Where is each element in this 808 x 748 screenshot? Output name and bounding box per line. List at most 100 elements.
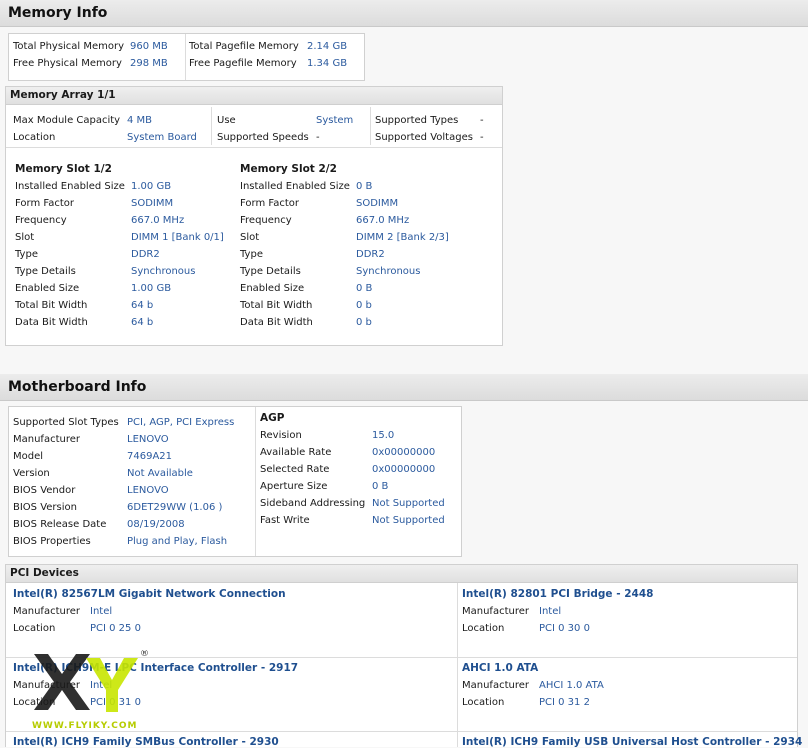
memory-array-title: Memory Array 1/1	[10, 89, 116, 101]
agp-field-value: Not Supported	[372, 515, 445, 526]
pci-location-label: Location	[13, 623, 56, 634]
slot-field-value: SODIMM	[356, 198, 399, 209]
mb-field-value: LENOVO	[127, 485, 169, 496]
pci-manufacturer-label: Manufacturer	[462, 680, 529, 691]
slot-field-label: Type Details	[15, 266, 76, 277]
motherboard-info-header: Motherboard Info	[0, 374, 808, 401]
slot-field-value: SODIMM	[131, 198, 174, 209]
memory-slot-1-title: Memory Slot 1/2	[15, 163, 112, 175]
agp-field-value: 0x00000000	[372, 447, 436, 458]
slot-field-value: 0 b	[356, 317, 372, 328]
summary-label: Total Physical Memory	[13, 41, 125, 52]
summary-value: 2.14 GB	[307, 41, 348, 52]
memory-slot-2-title: Memory Slot 2/2	[240, 163, 337, 175]
slot-field-value: 64 b	[131, 300, 154, 311]
agp-field-value: 0x00000000	[372, 464, 436, 475]
mb-field-label: BIOS Version	[13, 502, 77, 513]
pci-location-value: PCI 0 31 2	[539, 697, 590, 708]
slot-field-value: 0 B	[356, 283, 373, 294]
slot-field-value: DIMM 2 [Bank 2/3]	[356, 232, 449, 243]
summary-label: Free Physical Memory	[13, 58, 122, 69]
agp-field-value: 0 B	[372, 481, 389, 492]
agp-field-value: Not Supported	[372, 498, 445, 509]
slot-field-label: Type Details	[240, 266, 301, 277]
pci-devices-title: PCI Devices	[10, 567, 79, 579]
array-field-value: -	[316, 132, 320, 143]
slot-field-label: Slot	[15, 232, 35, 243]
memory-array-header: Memory Array 1/1	[6, 87, 502, 105]
slot-field-label: Form Factor	[15, 198, 74, 209]
watermark-text: WWW.FLYIKY.COM	[32, 721, 137, 731]
slot-field-label: Form Factor	[240, 198, 299, 209]
slot-field-value: 0 B	[356, 181, 373, 192]
mb-field-label: BIOS Properties	[13, 536, 91, 547]
array-field-value: System	[316, 115, 354, 126]
registered-mark: ®	[140, 650, 149, 659]
mb-field-label: Model	[13, 451, 44, 462]
mb-field-label: Manufacturer	[13, 434, 80, 445]
slot-field-label: Data Bit Width	[240, 317, 313, 328]
mb-field-value: 08/19/2008	[127, 519, 185, 530]
mb-field-value: PCI, AGP, PCI Express	[127, 417, 235, 428]
array-field-label: Supported Voltages	[375, 132, 473, 143]
slot-field-value: 0 b	[356, 300, 372, 311]
slot-field-value: DDR2	[131, 249, 160, 260]
mb-field-value: 6DET29WW (1.06 )	[127, 502, 223, 513]
array-field-value: -	[480, 115, 484, 126]
xy-logo-icon: ® WWW.FLYIKY.COM	[32, 649, 149, 731]
pci-manufacturer-value: AHCI 1.0 ATA	[539, 680, 604, 691]
agp-field-label: Revision	[260, 430, 302, 441]
mb-field-label: BIOS Release Date	[13, 519, 107, 530]
array-field-value: -	[480, 132, 484, 143]
pci-device-name: AHCI 1.0 ATA	[462, 662, 539, 674]
summary-value: 960 MB	[130, 41, 168, 52]
pci-manufacturer-label: Manufacturer	[462, 606, 529, 617]
slot-field-label: Frequency	[240, 215, 292, 226]
pci-location-label: Location	[462, 697, 505, 708]
array-field-label: Supported Types	[375, 115, 459, 126]
pci-manufacturer-label: Manufacturer	[13, 606, 80, 617]
slot-field-value: Synchronous	[131, 266, 196, 277]
agp-field-value: 15.0	[372, 430, 395, 441]
slot-field-label: Frequency	[15, 215, 67, 226]
array-field-label: Supported Speeds	[217, 132, 309, 143]
slot-field-label: Installed Enabled Size	[240, 181, 350, 192]
mb-field-value: Not Available	[127, 468, 193, 479]
summary-label: Free Pagefile Memory	[189, 58, 297, 69]
array-field-label: Use	[217, 115, 236, 126]
pci-location-label: Location	[462, 623, 505, 634]
mb-field-label: BIOS Vendor	[13, 485, 76, 496]
pci-device-name: Intel(R) 82567LM Gigabit Network Connect…	[13, 588, 286, 600]
pci-manufacturer-value: Intel	[90, 606, 113, 617]
slot-field-value: DDR2	[356, 249, 385, 260]
pci-manufacturer-value: Intel	[539, 606, 562, 617]
agp-field-label: Selected Rate	[260, 464, 330, 475]
agp-field-label: Sideband Addressing	[260, 498, 366, 509]
memory-info-header: Memory Info	[0, 0, 808, 27]
slot-field-value: DIMM 1 [Bank 0/1]	[131, 232, 224, 243]
mb-field-value: 7469A21	[127, 451, 173, 462]
pci-devices-header: PCI Devices	[6, 565, 797, 583]
flyiky-watermark-logo: ® WWW.FLYIKY.COM	[28, 649, 158, 732]
slot-field-label: Data Bit Width	[15, 317, 88, 328]
mb-field-label: Supported Slot Types	[13, 417, 119, 428]
slot-field-label: Total Bit Width	[240, 300, 313, 311]
slot-field-label: Type	[240, 249, 263, 260]
pci-device-name: Intel(R) ICH9 Family SMBus Controller - …	[13, 736, 279, 748]
array-field-value: System Board	[127, 132, 197, 143]
mb-field-label: Version	[13, 468, 50, 479]
motherboard-summary-box: Supported Slot Types PCI, AGP, PCI Expre…	[8, 406, 462, 557]
summary-value: 298 MB	[130, 58, 168, 69]
array-field-label: Location	[13, 132, 56, 143]
pci-location-value: PCI 0 25 0	[90, 623, 141, 634]
summary-value: 1.34 GB	[307, 58, 348, 69]
slot-field-label: Total Bit Width	[15, 300, 88, 311]
slot-field-value: 1.00 GB	[131, 181, 172, 192]
pci-device-name: Intel(R) ICH9 Family USB Universal Host …	[462, 736, 803, 748]
slot-field-label: Enabled Size	[15, 283, 80, 294]
pci-device-name: Intel(R) 82801 PCI Bridge - 2448	[462, 588, 654, 600]
slot-field-value: 667.0 MHz	[356, 215, 410, 226]
memory-array-panel: Memory Array 1/1 Max Module Capacity 4 M…	[5, 86, 503, 346]
agp-field-label: Fast Write	[260, 515, 310, 526]
summary-label: Total Pagefile Memory	[189, 41, 299, 52]
